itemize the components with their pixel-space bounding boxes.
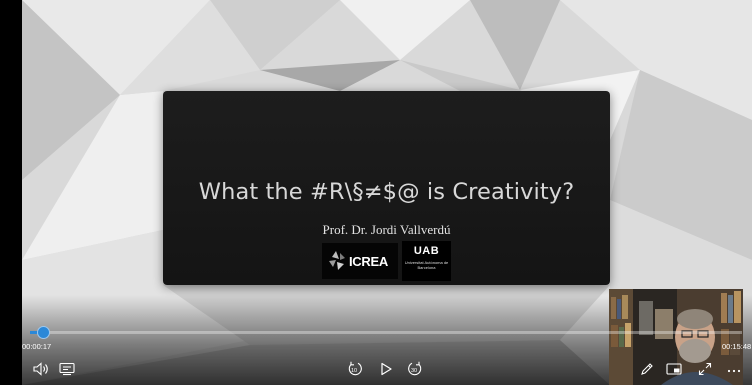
video-player[interactable]: What the #R\§≠$@ is Creativity? Prof. Dr… [0, 0, 752, 385]
slide-title: What the #R\§≠$@ is Creativity? [198, 179, 575, 205]
captions-icon [59, 362, 75, 376]
progress-scrubber-handle[interactable] [36, 326, 50, 339]
skip-back-button[interactable]: 10 [345, 359, 365, 379]
picture-in-picture-icon [666, 363, 682, 375]
uab-wordmark: UAB [413, 245, 440, 257]
play-button[interactable] [376, 359, 396, 379]
volume-icon [33, 362, 48, 376]
slide-title-card: What the #R\§≠$@ is Creativity? Prof. Dr… [163, 91, 610, 285]
current-time: 00:00:17 [22, 342, 52, 351]
skip-forward-button[interactable]: 30 [405, 359, 425, 379]
play-icon [381, 362, 392, 376]
more-options-icon [727, 369, 741, 373]
uab-logo: UAB Universitat Autònoma de Barcelona [402, 241, 451, 281]
icrea-mark-icon [329, 251, 345, 270]
fullscreen-icon [698, 362, 712, 376]
captions-button[interactable] [57, 359, 77, 379]
slide-author: Prof. Dr. Jordi Vallverdú [322, 222, 451, 237]
pen-button[interactable] [637, 359, 657, 379]
icrea-wordmark: ICREA [349, 254, 388, 269]
fullscreen-button[interactable] [695, 359, 715, 379]
volume-button[interactable] [31, 359, 51, 379]
pen-icon [641, 363, 653, 375]
skip-back-seconds: 10 [351, 368, 358, 374]
skip-forward-seconds: 30 [411, 368, 418, 374]
picture-in-picture-button[interactable] [664, 359, 684, 379]
icrea-logo: ICREA [322, 243, 398, 279]
progress-bar[interactable] [30, 326, 742, 339]
institution-logos: ICREA UAB Universitat Autònoma de Barcel… [322, 241, 452, 281]
total-duration: 00:15:48 [722, 342, 752, 351]
uab-subtitle: Universitat Autònoma de Barcelona [404, 260, 449, 270]
more-options-button[interactable] [724, 359, 744, 379]
